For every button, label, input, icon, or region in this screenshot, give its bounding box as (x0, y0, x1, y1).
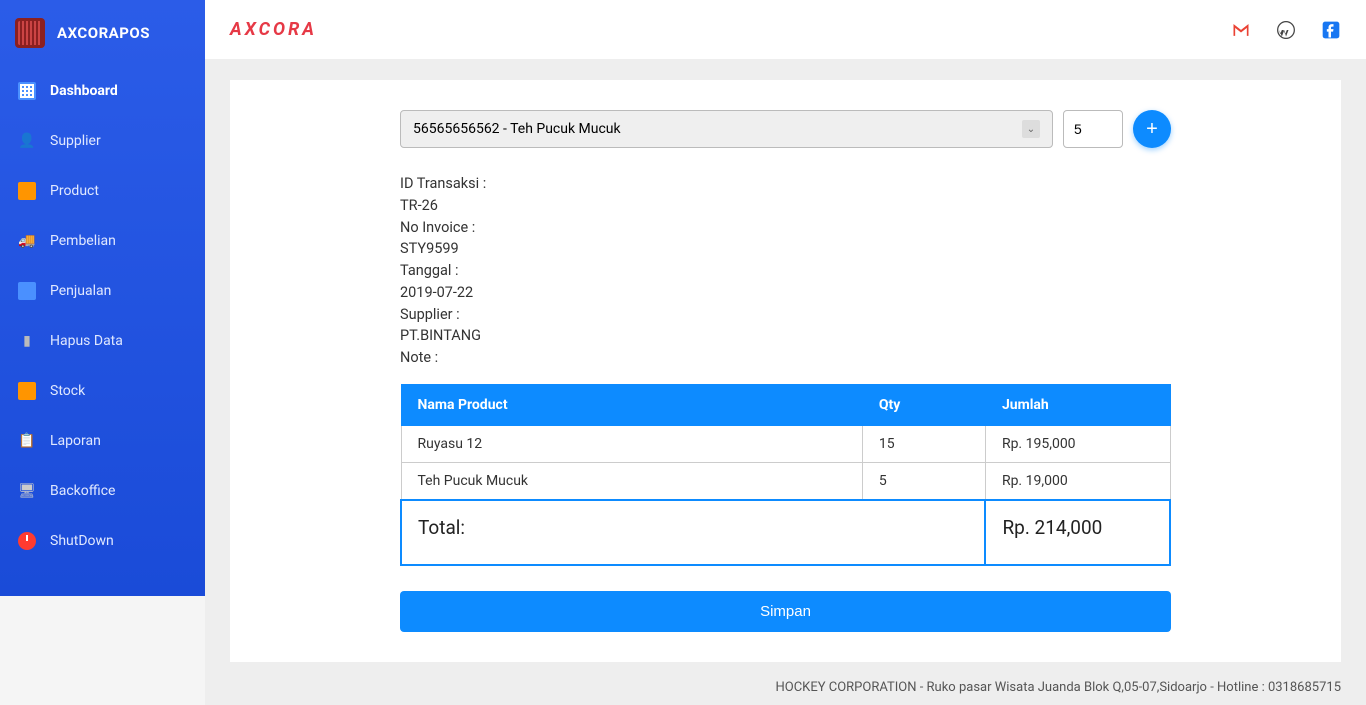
input-row: 56565656562 - Teh Pucuk Mucuk ⌄ + (400, 110, 1171, 148)
app-title: AXCORAPOS (57, 24, 150, 42)
sidebar-item-backoffice[interactable]: 🖥 Backoffice (0, 466, 205, 516)
monitor-icon: 🖥 (18, 482, 36, 500)
calculator-icon (18, 282, 36, 300)
sidebar: AXCORAPOS Dashboard 👤 Supplier Product 🚚… (0, 0, 205, 596)
cell-amount: Rp. 19,000 (985, 462, 1170, 500)
sidebar-item-label: Backoffice (50, 483, 115, 499)
cell-qty: 5 (862, 462, 985, 500)
dashboard-icon (18, 82, 36, 100)
footer-text: HOCKEY CORPORATION - Ruko pasar Wisata J… (205, 672, 1366, 705)
product-icon (18, 182, 36, 200)
topbar: AXCORA (205, 0, 1366, 60)
items-table: Nama Product Qty Jumlah Ruyasu 12 15 Rp.… (400, 384, 1171, 566)
clipboard-icon: 📋 (18, 432, 36, 450)
sidebar-item-pembelian[interactable]: 🚚 Pembelian (0, 216, 205, 266)
sidebar-item-stock[interactable]: Stock (0, 366, 205, 416)
brand-logo: AXCORA (230, 19, 317, 40)
cell-amount: Rp. 195,000 (985, 425, 1170, 462)
info-id: ID Transaksi : TR-26 (400, 173, 1171, 217)
cell-name: Teh Pucuk Mucuk (401, 462, 862, 500)
sidebar-item-label: Product (50, 183, 99, 199)
truck-icon: 🚚 (18, 232, 36, 250)
total-label: Total: (401, 500, 985, 565)
table-header-row: Nama Product Qty Jumlah (401, 384, 1170, 425)
sidebar-item-label: Pembelian (50, 233, 116, 249)
sidebar-item-label: Stock (50, 383, 85, 399)
transaction-info: ID Transaksi : TR-26 No Invoice : STY959… (400, 173, 1171, 369)
sidebar-item-label: Penjualan (50, 283, 111, 299)
topbar-icons (1231, 20, 1341, 40)
trash-icon: ▮ (18, 332, 36, 350)
stock-icon (18, 382, 36, 400)
facebook-icon[interactable] (1321, 20, 1341, 40)
sidebar-item-laporan[interactable]: 📋 Laporan (0, 416, 205, 466)
sidebar-item-label: Hapus Data (50, 333, 123, 349)
sidebar-item-label: ShutDown (50, 533, 114, 549)
header-name: Nama Product (401, 384, 862, 425)
info-invoice: No Invoice : STY9599 (400, 217, 1171, 261)
info-note: Note : (400, 347, 1171, 369)
cell-qty: 15 (862, 425, 985, 462)
chevron-down-icon: ⌄ (1022, 120, 1040, 138)
main-area: AXCORA 56565656562 - Teh Pucuk Mucuk ⌄ +… (205, 0, 1366, 705)
add-button[interactable]: + (1133, 110, 1171, 148)
app-logo-icon (15, 18, 45, 48)
sidebar-item-penjualan[interactable]: Penjualan (0, 266, 205, 316)
total-value: Rp. 214,000 (985, 500, 1170, 565)
supplier-icon: 👤 (18, 132, 36, 150)
table-row: Ruyasu 12 15 Rp. 195,000 (401, 425, 1170, 462)
sidebar-item-shutdown[interactable]: ShutDown (0, 516, 205, 566)
sidebar-item-hapus[interactable]: ▮ Hapus Data (0, 316, 205, 366)
info-supplier: Supplier : PT.BINTANG (400, 304, 1171, 348)
gmail-icon[interactable] (1231, 20, 1251, 40)
info-date: Tanggal : 2019-07-22 (400, 260, 1171, 304)
wordpress-icon[interactable] (1276, 20, 1296, 40)
header-qty: Qty (862, 384, 985, 425)
sidebar-item-label: Dashboard (50, 83, 118, 99)
sidebar-item-product[interactable]: Product (0, 166, 205, 216)
total-row: Total: Rp. 214,000 (401, 500, 1170, 565)
content-panel: 56565656562 - Teh Pucuk Mucuk ⌄ + ID Tra… (230, 80, 1341, 662)
sidebar-item-dashboard[interactable]: Dashboard (0, 66, 205, 116)
header-amount: Jumlah (985, 384, 1170, 425)
product-select[interactable]: 56565656562 - Teh Pucuk Mucuk ⌄ (400, 110, 1053, 148)
sidebar-header: AXCORAPOS (0, 0, 205, 66)
sidebar-item-label: Laporan (50, 433, 101, 449)
sidebar-item-supplier[interactable]: 👤 Supplier (0, 116, 205, 166)
qty-input[interactable] (1063, 110, 1123, 148)
cell-name: Ruyasu 12 (401, 425, 862, 462)
save-button[interactable]: Simpan (400, 591, 1171, 632)
power-icon (18, 532, 36, 550)
sidebar-item-label: Supplier (50, 133, 101, 149)
product-selected-text: 56565656562 - Teh Pucuk Mucuk (413, 121, 621, 137)
table-row: Teh Pucuk Mucuk 5 Rp. 19,000 (401, 462, 1170, 500)
